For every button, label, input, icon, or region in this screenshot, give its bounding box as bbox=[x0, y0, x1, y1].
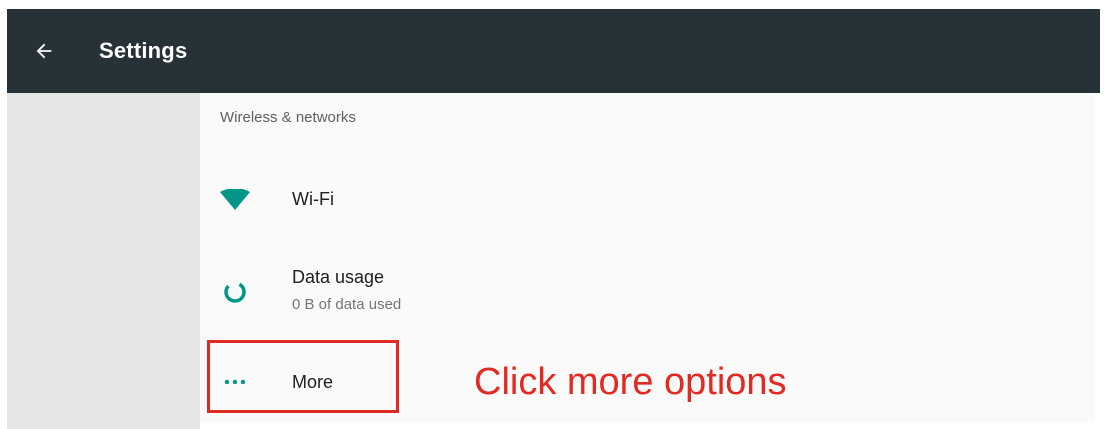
more-dots-icon bbox=[218, 367, 252, 397]
back-button[interactable] bbox=[30, 37, 58, 65]
data-usage-summary: 0 B of data used bbox=[292, 296, 402, 313]
app-bar: Settings bbox=[7, 9, 1100, 93]
right-border bbox=[1095, 93, 1105, 429]
data-usage-icon bbox=[218, 277, 252, 307]
annotation-text: Click more options bbox=[474, 361, 787, 403]
data-usage-title: Data usage bbox=[292, 267, 385, 287]
wifi-title: Wi-Fi bbox=[292, 189, 334, 209]
arrow-back-icon bbox=[36, 43, 52, 59]
wifi-icon bbox=[218, 185, 252, 215]
page-title: Settings bbox=[99, 38, 188, 63]
data-usage-item[interactable]: Data usage 0 B of data used bbox=[200, 257, 1095, 329]
side-panel bbox=[7, 93, 200, 429]
wifi-item[interactable]: Wi-Fi bbox=[200, 171, 1095, 231]
more-title: More bbox=[292, 372, 334, 392]
settings-screen: Settings Wireless & networks Wi-Fi Data … bbox=[0, 0, 1105, 429]
section-header: Wireless & networks bbox=[220, 109, 356, 126]
